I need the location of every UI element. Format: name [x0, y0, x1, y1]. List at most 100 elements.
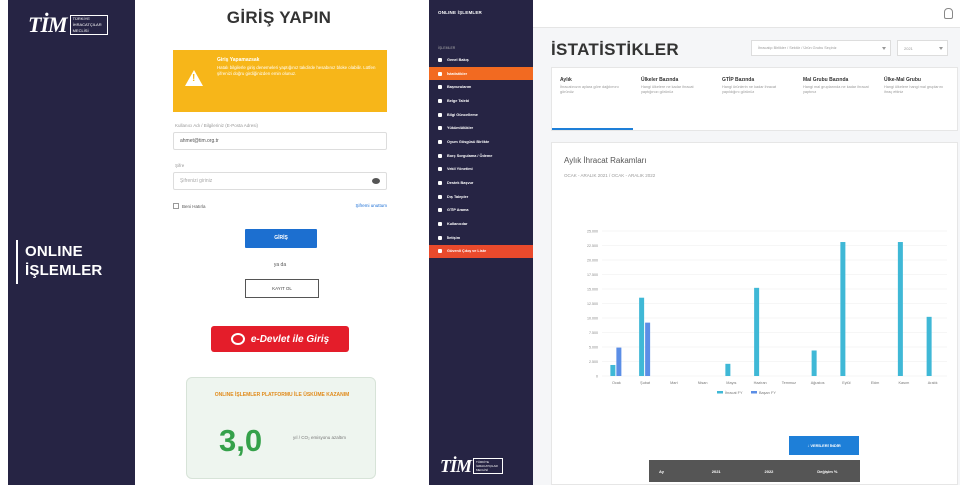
- sidebar-item-label: Destek Başvur: [447, 181, 474, 186]
- warning-title: Giriş Yapamazsak: [217, 57, 260, 63]
- sector-filter-select[interactable]: İhracatçı Birlikler / Sektör / Ürün Grub…: [751, 40, 891, 56]
- sidebar-item[interactable]: Belge Talebi: [429, 94, 533, 108]
- online-marker: [16, 240, 18, 284]
- edevlet-icon: [230, 333, 245, 345]
- legend-label: Başarı FY: [759, 391, 776, 395]
- sidebar-item-label: Belge Talebi: [447, 98, 470, 103]
- sidebar-item[interactable]: Destek Başvur: [429, 176, 533, 190]
- table-header-cell: Ay: [659, 468, 664, 474]
- sidebar-item[interactable]: Borç Sorgulama / Ödeme: [429, 149, 533, 163]
- sidebar-item[interactable]: İstatistikler: [429, 66, 533, 81]
- nav-item-icon: [438, 181, 442, 186]
- remember-me[interactable]: Beni Hatırla: [173, 203, 206, 209]
- login-button[interactable]: GİRİŞ: [245, 229, 317, 248]
- nav-item-icon: [438, 139, 442, 144]
- y-tick-label: 10.000: [587, 317, 598, 321]
- login-heading: GİRİŞ YAPIN: [226, 8, 332, 27]
- nav-item-icon: [438, 235, 442, 240]
- tab-description: Hangi ülkelere hangi mal gruplarını ihra…: [884, 85, 943, 94]
- stat-tab[interactable]: Ülke-Mal Grubu Hangi ülkelere hangi mal g…: [876, 68, 957, 130]
- tim-logo-badge: TÜRKİYE İHRACATÇILAR MECLİSİ: [69, 15, 108, 35]
- y-tick-label: 25.000: [587, 230, 598, 234]
- screenshot-root: TİM TÜRKİYE İHRACATÇILAR MECLİSİ ONLINE …: [0, 0, 960, 485]
- remember-checkbox[interactable]: [173, 203, 179, 209]
- eye-icon[interactable]: [372, 178, 380, 184]
- tim-badge-line: MECLİSİ: [72, 28, 89, 33]
- stat-tab[interactable]: Mal Grubu Bazında Hangi mal gruplarında n…: [795, 68, 876, 130]
- user-icon[interactable]: [944, 8, 953, 19]
- online-title-line: ONLINE: [25, 243, 83, 260]
- sidebar-item-label: Yükümlülükler: [447, 126, 474, 131]
- sidebar-item[interactable]: Genel Bakış: [429, 53, 533, 67]
- sidebar-item[interactable]: Yükümlülükler: [429, 121, 533, 135]
- y-tick-label: 0: [596, 375, 598, 379]
- sidebar-item-label: Genel Bakış: [447, 57, 469, 62]
- tim-logo-badge: TÜRKİYE İHRACATÇILAR MECLİSİ: [473, 458, 504, 474]
- sidebar-item[interactable]: Dış Talepler: [429, 190, 533, 204]
- sidebar-item[interactable]: Vekil Yönetimi: [429, 163, 533, 177]
- sidebar-item[interactable]: Oyum Gösgüsü Birlikte: [429, 135, 533, 149]
- chart-bar: [840, 242, 846, 376]
- year-select[interactable]: 2021: [897, 40, 948, 56]
- email-field[interactable]: ahmet@tim.org.tr: [173, 132, 387, 150]
- x-tick-label: Temmuz: [782, 381, 796, 385]
- chart-bar: [811, 350, 817, 376]
- forgot-password-link[interactable]: Şifremi unuttum: [355, 203, 387, 208]
- nav-item-icon: [438, 57, 442, 62]
- sidebar-item[interactable]: Bilgi Güncelleme: [429, 108, 533, 122]
- x-tick-label: Ocak: [612, 381, 621, 385]
- tab-title: Ülke-Mal Grubu: [884, 77, 921, 83]
- stat-tab[interactable]: Ülkeler Bazında Hangi ülkelere ne kadar i…: [633, 68, 714, 130]
- tab-description: Hangi ürünlerin ne kadar ihracat yapıldı…: [722, 85, 777, 94]
- x-tick-label: Ağustos: [811, 381, 825, 385]
- remember-label: Beni Hatırla: [182, 203, 206, 209]
- password-placeholder: Şifrenizi giriniz: [180, 178, 213, 184]
- register-button[interactable]: KAYIT OL: [245, 279, 319, 298]
- chart-bar: [639, 297, 645, 376]
- y-tick-label: 15.000: [587, 288, 598, 292]
- sidebar-item[interactable]: Kullanıcılar: [429, 217, 533, 231]
- nav-item-icon: [438, 112, 442, 117]
- sidebar-item-label: İletişim: [447, 235, 461, 240]
- savings-stat-card: ONLINE İŞLEMLER PLATFORMU İLE ÜSKÜME KAZ…: [186, 377, 376, 479]
- chevron-down-icon: [882, 47, 886, 50]
- table-header-cell: 2021: [711, 468, 721, 474]
- sidebar-item[interactable]: Başvurularım: [429, 80, 533, 94]
- stat-tab[interactable]: Aylık İhracatınızın aylara göre dağılımın…: [552, 68, 633, 130]
- edevlet-label: e-Devlet ile Giriş: [250, 333, 330, 345]
- tab-title: Aylık: [560, 77, 572, 83]
- x-tick-label: Aralık: [928, 381, 938, 385]
- chart-bar: [645, 322, 651, 376]
- stat-tabs: Aylık İhracatınızın aylara göre dağılımın…: [551, 67, 958, 131]
- nav-item-icon: [438, 71, 442, 76]
- online-islemler-title: ONLINE İŞLEMLER: [25, 242, 102, 280]
- y-tick-label: 7.500: [589, 331, 598, 335]
- chevron-down-icon: [939, 47, 943, 50]
- password-field[interactable]: Şifrenizi giriniz: [173, 172, 387, 190]
- x-tick-label: Şubat: [640, 381, 651, 385]
- sidebar-item-label: İstatistikler: [447, 71, 468, 76]
- password-label: Şifre: [175, 163, 185, 168]
- edevlet-login-button[interactable]: e-Devlet ile Giriş: [211, 326, 349, 352]
- sidebar-item-label: GTİP Arama: [447, 208, 469, 213]
- sidebar-item[interactable]: Güvenli Çıkış ve Liste: [429, 244, 533, 259]
- data-table-header: Ay 2021 2022 Değişim %: [649, 460, 860, 482]
- login-sidebar: TİM TÜRKİYE İHRACATÇILAR MECLİSİ ONLINE …: [8, 0, 135, 485]
- sidebar-item-label: Dış Talepler: [447, 194, 469, 199]
- chart-bar: [725, 363, 731, 376]
- nav-item-icon: [438, 194, 442, 199]
- x-tick-label: Mayıs: [726, 381, 736, 385]
- warning-alert: ! Giriş Yapamazsak Hatalı bilgilerle gir…: [173, 50, 387, 112]
- download-data-button[interactable]: ↓ VERİLERİ İNDİR: [789, 436, 859, 455]
- sidebar-item[interactable]: GTİP Arama: [429, 204, 533, 218]
- table-header-cell: Değişim %: [817, 468, 838, 474]
- tab-title: GTİP Bazında: [722, 77, 755, 83]
- stat-tab[interactable]: GTİP Bazında Hangi ürünlerin ne kadar ihr…: [714, 68, 795, 130]
- tim-logo-mark: TİM: [28, 12, 68, 37]
- sidebar-item[interactable]: İletişim: [429, 231, 533, 245]
- legend-label: İhracat FY: [725, 390, 743, 395]
- email-label: Kullanıcı Adı / Bilgileriniz (E-Posta Ad…: [175, 123, 259, 128]
- year-value: 2021: [904, 46, 913, 51]
- sidebar-item-label: Kullanıcılar: [447, 222, 468, 227]
- tim-logo: TİM TÜRKİYE İHRACATÇILAR MECLİSİ: [28, 14, 108, 36]
